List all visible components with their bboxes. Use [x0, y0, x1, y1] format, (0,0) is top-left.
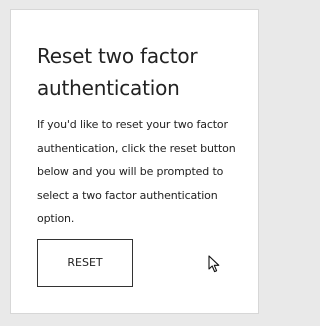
card-title: Reset two factor authentication: [37, 44, 198, 100]
reset-button[interactable]: RESET: [37, 239, 133, 287]
card-description: If you'd like to reset your two factor a…: [37, 118, 236, 225]
mouse-pointer-icon: [208, 255, 220, 273]
reset-2fa-card: Reset two factor authentication If you'd…: [10, 9, 259, 314]
